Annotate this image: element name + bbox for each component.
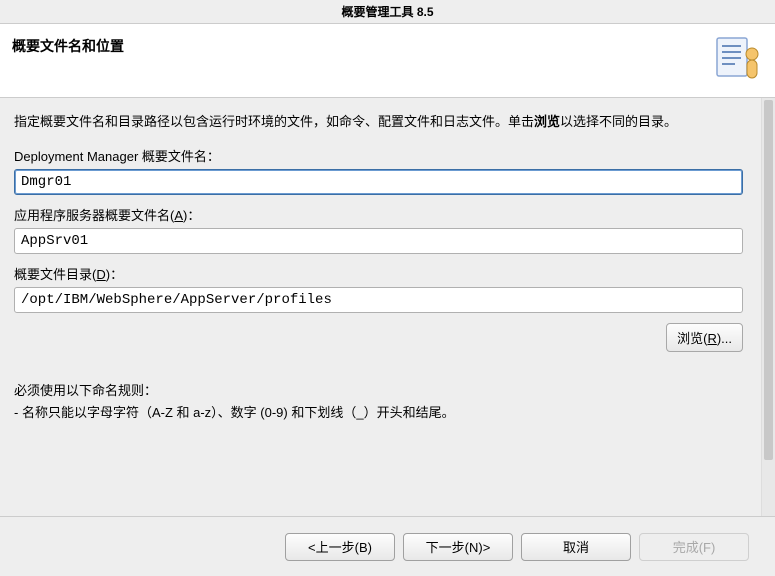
app-label-suffix: )：: [183, 208, 200, 223]
browse-suffix: )...: [717, 331, 732, 346]
intro-text: 指定概要文件名和目录路径以包含运行时环境的文件，如命令、配置文件和日志文件。单击…: [14, 112, 743, 132]
back-button[interactable]: <上一步(B): [285, 533, 395, 561]
dm-profile-label: Deployment Manager 概要文件名：: [14, 146, 743, 165]
scrollbar[interactable]: [761, 98, 775, 516]
browse-prefix: 浏览(: [677, 331, 707, 346]
naming-rules: 必须使用以下命名规则： - 名称只能以字母字符（A-Z 和 a-z）、数字 (0…: [14, 380, 743, 424]
intro-suffix: 以选择不同的目录。: [560, 114, 677, 129]
app-label-prefix: 应用程序服务器概要文件名(: [14, 208, 174, 223]
dir-label-key: D: [96, 267, 105, 282]
wizard-icon: [715, 34, 763, 86]
app-profile-label: 应用程序服务器概要文件名(A)：: [14, 205, 743, 224]
finish-button: 完成(F): [639, 533, 749, 561]
intro-bold: 浏览: [534, 114, 560, 129]
scrollbar-thumb[interactable]: [764, 100, 773, 460]
profile-dir-input[interactable]: [14, 287, 743, 313]
window-titlebar: 概要管理工具 8.5: [0, 0, 775, 24]
browse-button[interactable]: 浏览(R)...: [666, 323, 743, 352]
browse-key: R: [707, 331, 716, 346]
wizard-header: 概要文件名和位置: [0, 24, 775, 98]
browse-row: 浏览(R)...: [14, 323, 743, 352]
rules-title: 必须使用以下命名规则：: [14, 380, 743, 402]
dm-profile-input[interactable]: [14, 169, 743, 195]
app-profile-input[interactable]: [14, 228, 743, 254]
dir-label-prefix: 概要文件目录(: [14, 267, 96, 282]
wizard-footer: <上一步(B) 下一步(N)> 取消 完成(F): [0, 516, 775, 576]
wizard-content: 指定概要文件名和目录路径以包含运行时环境的文件，如命令、配置文件和日志文件。单击…: [0, 98, 775, 516]
dir-label-suffix: )：: [106, 267, 123, 282]
window-title: 概要管理工具 8.5: [341, 5, 433, 19]
rules-line1: - 名称只能以字母字符（A-Z 和 a-z）、数字 (0-9) 和下划线（_）开…: [14, 402, 743, 424]
page-title: 概要文件名和位置: [12, 34, 124, 56]
app-label-key: A: [174, 208, 183, 223]
next-button[interactable]: 下一步(N)>: [403, 533, 513, 561]
profile-dir-label: 概要文件目录(D)：: [14, 264, 743, 283]
cancel-button[interactable]: 取消: [521, 533, 631, 561]
intro-prefix: 指定概要文件名和目录路径以包含运行时环境的文件，如命令、配置文件和日志文件。单击: [14, 114, 534, 129]
